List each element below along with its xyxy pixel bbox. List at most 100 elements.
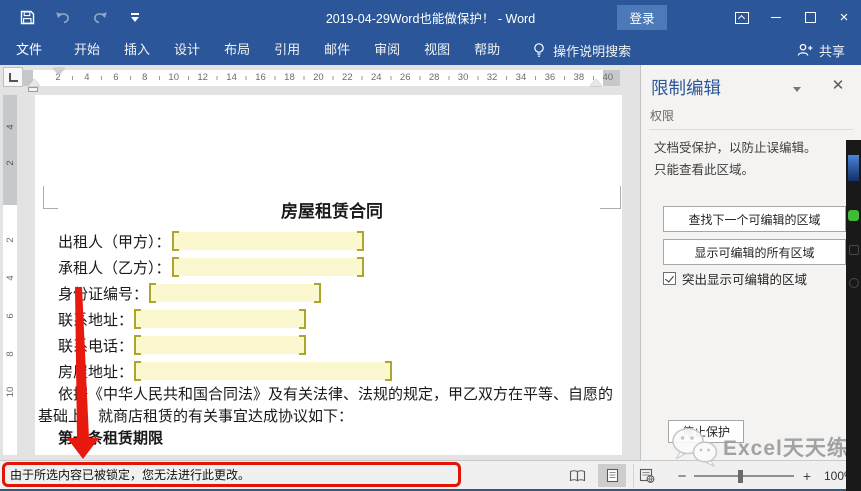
document-page[interactable]: 房屋租赁合同 出租人（甲方）： 承租人（乙方）： 身份证编号： 联系地址： 联系电话： 房…	[35, 95, 622, 455]
customize-qat-button[interactable]	[124, 6, 146, 30]
watermark-text: Excel天天练	[723, 437, 849, 460]
panel-title: 限制编辑	[651, 78, 721, 98]
login-button[interactable]: 登录	[617, 5, 667, 30]
locked-content-message: 由于所选内容已被锁定，您无法进行此更改。	[10, 468, 251, 482]
redo-button[interactable]	[88, 6, 110, 30]
save-button[interactable]	[16, 6, 38, 30]
tab-stop-icon	[9, 73, 18, 82]
field-label: 联系地址：	[58, 312, 134, 329]
paragraph-line: 依据《中华人民共和国合同法》及有关法律、法规的规定，甲乙双方在平等、自愿的	[58, 387, 614, 403]
ribbon-tab[interactable]: 邮件	[312, 35, 362, 65]
tray-icon[interactable]	[848, 245, 859, 255]
ruler-number: 6	[113, 71, 119, 83]
form-rows: 出租人（甲方）： 承租人（乙方）： 身份证编号： 联系地址： 联系电话： 房屋地址：	[58, 228, 606, 384]
panel-close-button[interactable]: ✕	[827, 74, 849, 96]
field-label: 出租人（甲方）：	[58, 234, 171, 251]
word-window: 2019-04-29Word也能做保护！ - Word 登录 × 文件 开始 插入设…	[0, 0, 861, 491]
tray-icon[interactable]	[848, 278, 859, 288]
share-button[interactable]: 共享	[796, 35, 845, 65]
zoom-slider[interactable]	[694, 469, 794, 483]
editable-field[interactable]	[134, 335, 307, 355]
ribbon-tab[interactable]: 插入	[112, 35, 162, 65]
ribbon-tab[interactable]: 文件	[4, 35, 54, 65]
ruler-number: 12	[197, 71, 208, 83]
form-row: 联系电话：	[58, 332, 606, 358]
zoom-in-button[interactable]: +	[796, 468, 818, 484]
ruler-number: 8	[4, 351, 16, 357]
ruler-number: 38	[573, 71, 585, 83]
thumbnail-icon[interactable]	[848, 155, 859, 181]
ruler-number: 6	[4, 313, 16, 319]
ruler-number: 10	[4, 386, 16, 398]
ruler-number: 26	[399, 71, 411, 83]
undo-button[interactable]	[52, 6, 74, 30]
ribbon-tab[interactable]: 布局	[212, 35, 262, 65]
window-controls: ×	[725, 0, 861, 35]
vertical-ruler[interactable]: 42 2 4 6 8 10	[3, 95, 17, 455]
maximize-button[interactable]	[793, 0, 827, 35]
vruler-margin-numbers: 42	[3, 109, 17, 181]
watermark: Excel天天练	[668, 425, 849, 469]
ribbon-tab[interactable]: 开始	[62, 35, 112, 65]
print-layout-button[interactable]	[598, 464, 626, 487]
zoom-slider-thumb[interactable]	[738, 469, 743, 483]
right-indent-marker[interactable]	[590, 79, 602, 86]
editable-field[interactable]	[171, 231, 364, 251]
field-label: 房屋地址：	[58, 364, 134, 381]
ruler-number: 30	[457, 71, 469, 83]
ribbon-tab[interactable]: 视图	[412, 35, 462, 65]
restrict-editing-panel: 限制编辑 ✕ 权限 文档受保护，以防止误编辑。 只能查看此区域。 查找下一个可编…	[640, 65, 861, 460]
tab-stop-selector[interactable]	[3, 67, 23, 87]
highlight-editable-checkbox[interactable]	[663, 272, 676, 285]
ruler-number: 4	[84, 71, 90, 83]
first-line-indent-marker[interactable]	[53, 68, 65, 75]
wechat-tray-icon[interactable]	[848, 210, 859, 221]
editable-field[interactable]	[171, 257, 364, 277]
left-indent-marker[interactable]	[28, 87, 38, 92]
checkbox-label: 突出显示可编辑的区域	[682, 273, 808, 287]
ruler-number: 2	[4, 237, 16, 243]
editable-field[interactable]	[134, 361, 393, 381]
chevron-down-icon	[131, 16, 139, 22]
field-label: 身份证编号：	[58, 286, 149, 303]
panel-menu-chevron-icon[interactable]	[793, 87, 801, 92]
ribbon-display-options-icon	[735, 11, 749, 24]
form-row: 房屋地址：	[58, 358, 606, 384]
horizontal-ruler[interactable]: 2 4 6 8 10 12 14 16 18 20 22 24 26 28 30 32 34 36 38 40	[22, 70, 620, 86]
read-mode-button[interactable]	[563, 464, 591, 487]
ribbon-tab[interactable]: 审阅	[362, 35, 412, 65]
web-layout-icon	[639, 468, 655, 483]
close-button[interactable]: ×	[827, 0, 861, 35]
tell-me-box[interactable]: 操作说明搜索	[532, 41, 631, 60]
protection-description: 文档受保护，以防止误编辑。	[654, 141, 817, 155]
form-row: 身份证编号：	[58, 280, 606, 306]
editable-field[interactable]	[134, 309, 307, 329]
ribbon-tab[interactable]: 设计	[162, 35, 212, 65]
editable-field[interactable]	[149, 283, 322, 303]
zoom-out-button[interactable]: −	[672, 468, 692, 485]
ribbon-tab[interactable]: 引用	[262, 35, 312, 65]
redo-icon	[93, 11, 107, 23]
save-icon	[20, 10, 34, 25]
minimize-icon	[771, 16, 781, 19]
title-bar: 2019-04-29Word也能做保护！ - Word 登录 ×	[0, 0, 861, 35]
contract-title: 房屋租赁合同	[281, 202, 383, 221]
document-area: 2 4 6 8 10 12 14 16 18 20 22 24 26 28 30 32 34 36 38 40 42 …	[0, 65, 640, 460]
ruler-number: 22	[342, 71, 353, 83]
minimize-button[interactable]	[759, 0, 793, 35]
form-row: 出租人（甲方）：	[58, 228, 606, 254]
permissions-section-label: 权限	[650, 109, 675, 123]
ribbon-display-options-button[interactable]	[725, 0, 759, 35]
paragraph-line: 基础上，就商店租赁的有关事宜达成协议如下：	[38, 409, 354, 425]
hanging-indent-marker[interactable]	[28, 79, 40, 86]
ribbon-tab[interactable]: 帮助	[462, 35, 512, 65]
form-row: 承租人（乙方）：	[58, 254, 606, 280]
lightbulb-icon	[534, 43, 544, 57]
show-all-editable-regions-button[interactable]: 显示可编辑的所有区域	[663, 239, 846, 265]
web-layout-button[interactable]	[633, 464, 661, 487]
ruler-number: 10	[168, 71, 179, 83]
status-bar-separator	[633, 464, 634, 488]
find-next-editable-region-button[interactable]: 查找下一个可编辑的区域	[663, 206, 846, 232]
panel-separator	[649, 129, 853, 130]
ruler-number: 14	[226, 71, 237, 83]
